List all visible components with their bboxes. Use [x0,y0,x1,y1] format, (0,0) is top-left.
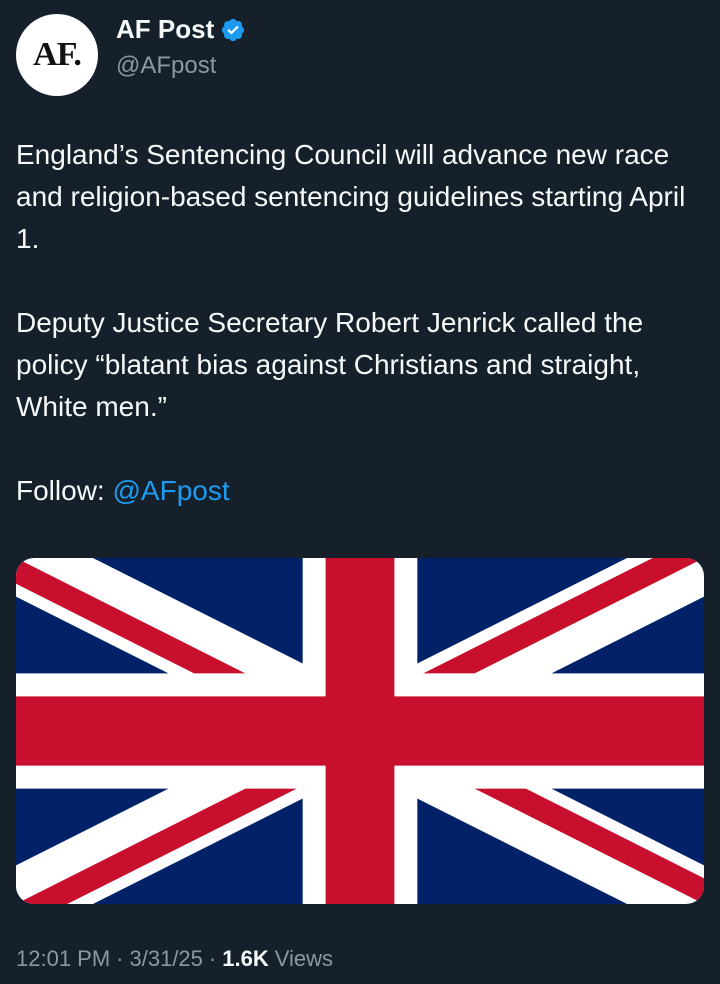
post-paragraph: Deputy Justice Secretary Robert Jenrick … [16,307,644,422]
views-label: Views [274,946,334,971]
author-display-name[interactable]: AF Post [116,14,214,45]
post-header: AF. AF Post @AFpost [16,8,696,96]
post-meta: 12:01 PM · 3/31/25 · 1.6K Views [16,946,333,972]
post-media-image[interactable] [16,558,704,904]
follow-label: Follow: [16,475,105,506]
post-text: England’s Sentencing Council will advanc… [16,134,696,512]
avatar-logo-text: AF. [33,36,82,73]
union-jack-flag-icon [16,558,704,904]
meta-separator: · [116,946,124,971]
follow-line: Follow: @AFpost [16,470,696,512]
post-time[interactable]: 12:01 PM [16,946,110,972]
follow-mention-link[interactable]: @AFpost [112,475,229,506]
post-paragraph: England’s Sentencing Council will advanc… [16,139,686,254]
author-handle[interactable]: @AFpost [116,52,216,80]
author-name-row: AF Post [116,14,246,45]
meta-separator: · [208,946,217,971]
avatar[interactable]: AF. [16,14,98,96]
verified-badge-icon [220,17,246,43]
post-date[interactable]: 3/31/25 [130,946,203,972]
views-count: 1.6K [222,946,269,971]
